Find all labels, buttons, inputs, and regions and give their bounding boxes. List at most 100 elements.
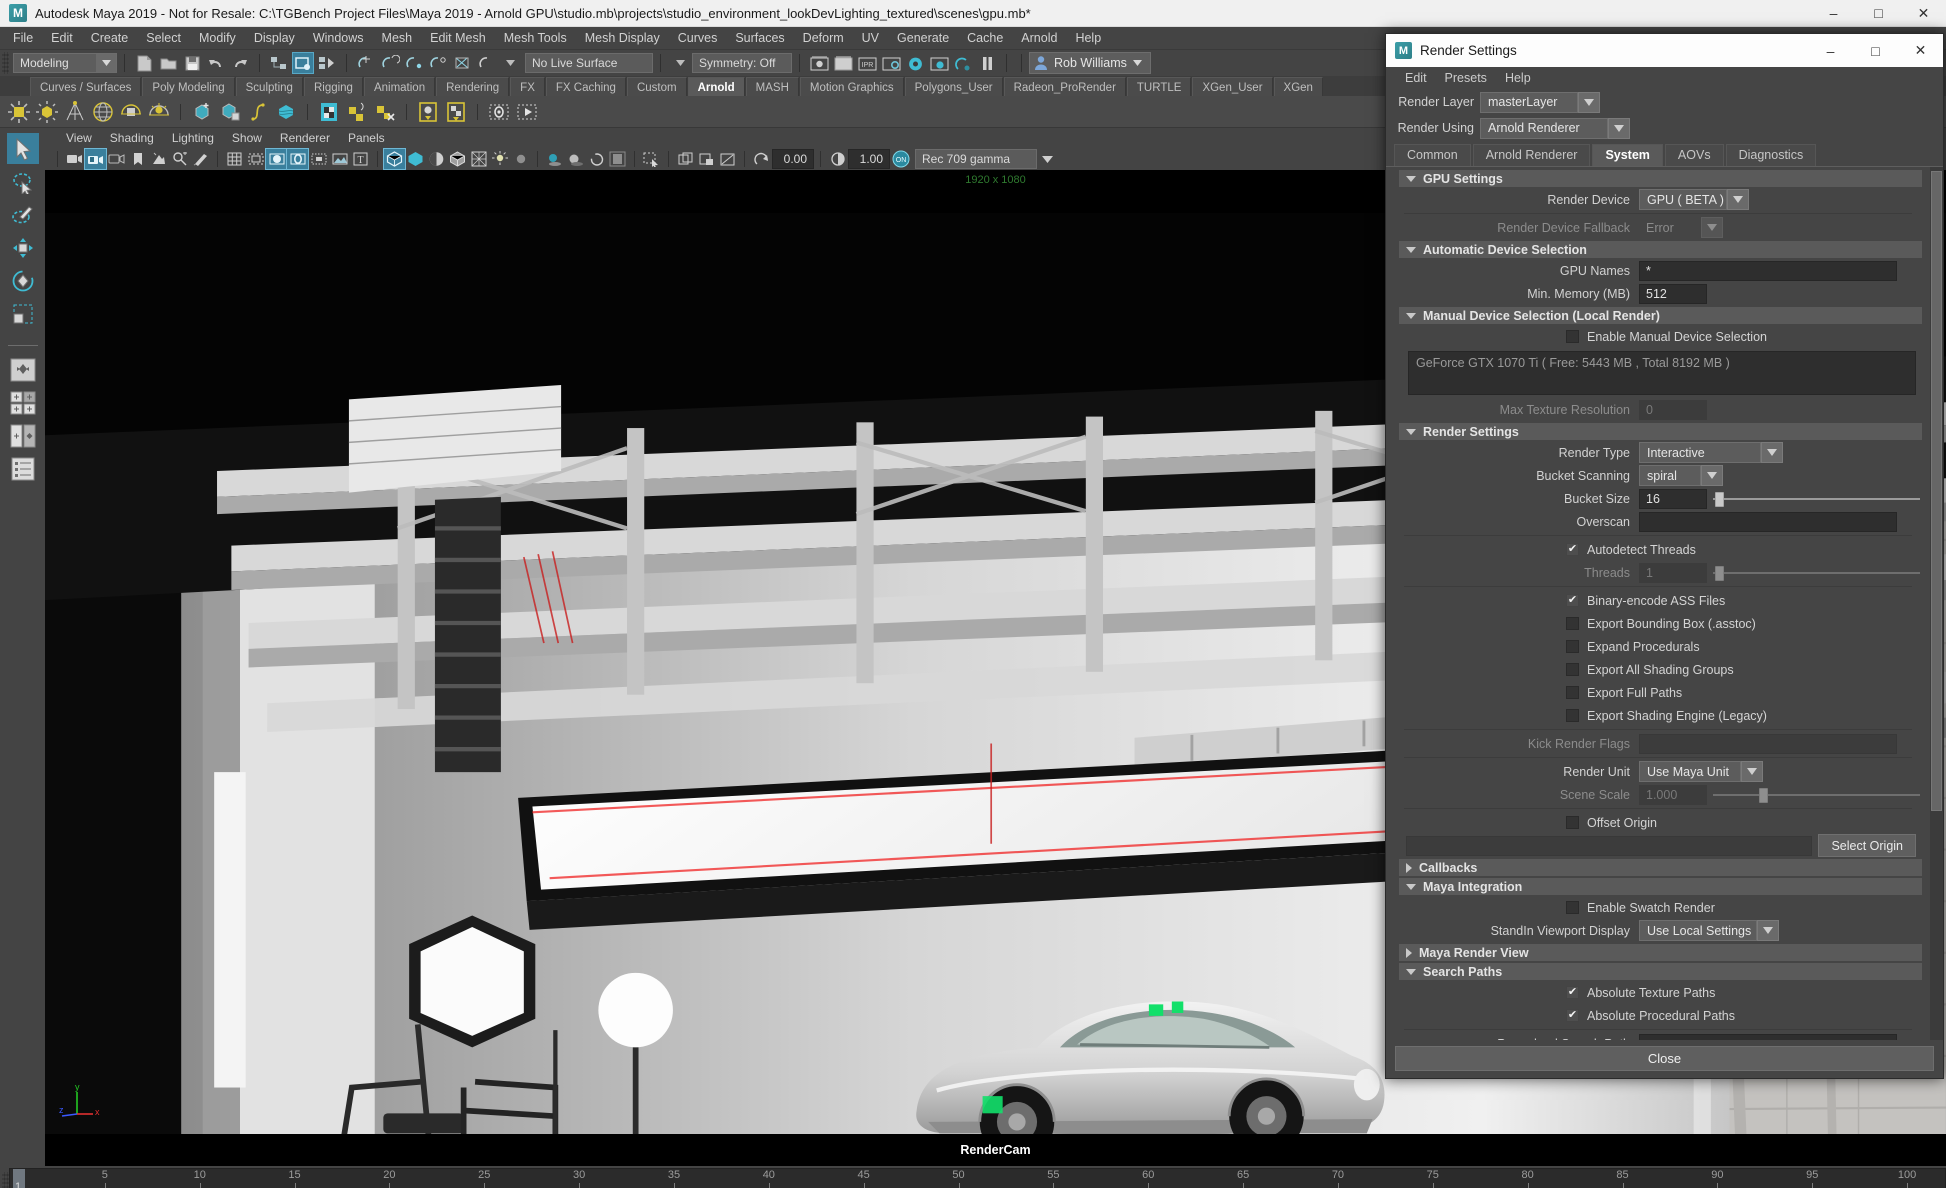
arnold-sequence-render-icon[interactable]	[514, 99, 540, 125]
shelf-tab-poly-modeling[interactable]: Poly Modeling	[142, 77, 235, 96]
render-sequence-icon[interactable]	[952, 52, 974, 74]
viewport-menu-view[interactable]: View	[57, 130, 101, 146]
shelf-tab-polygons-user[interactable]: Polygons_User	[904, 77, 1003, 96]
view-transform-field[interactable]: Rec 709 gamma	[915, 149, 1037, 169]
shelf-tab-xgen[interactable]: XGen	[1273, 77, 1323, 96]
export-all-shading-groups-checkbox[interactable]	[1566, 663, 1579, 676]
arnold-sky-icon[interactable]	[146, 99, 172, 125]
chevron-down-icon[interactable]	[1761, 442, 1783, 463]
select-origin-button[interactable]: Select Origin	[1818, 834, 1916, 857]
menu-mesh-tools[interactable]: Mesh Tools	[495, 29, 576, 47]
standin-viewport-display-combo[interactable]: Use Local Settings	[1639, 920, 1757, 941]
render-settings-menu-edit[interactable]: Edit	[1396, 69, 1436, 87]
gamma-field[interactable]: 1.00	[848, 149, 890, 169]
section-search-paths[interactable]: Search Paths	[1399, 963, 1922, 980]
scrollbar-thumb[interactable]	[1931, 171, 1942, 811]
section-render-settings[interactable]: Render Settings	[1399, 423, 1922, 440]
arnold-area-light-icon[interactable]	[6, 99, 32, 125]
chevron-down-icon[interactable]	[1741, 761, 1763, 782]
two-d-pan-zoom-icon[interactable]	[169, 149, 190, 169]
film-gate-icon[interactable]	[245, 149, 266, 169]
enable-manual-device-selection-checkbox[interactable]	[1566, 330, 1579, 343]
chevron-down-icon[interactable]	[669, 52, 691, 74]
arnold-volume-icon[interactable]	[273, 99, 299, 125]
menu-curves[interactable]: Curves	[669, 29, 727, 47]
use-default-lighting-icon[interactable]	[489, 149, 510, 169]
bucket-size-slider[interactable]	[1713, 489, 1920, 509]
arnold-flush-caches-icon[interactable]	[344, 99, 370, 125]
shelf-tab-mash[interactable]: MASH	[745, 77, 799, 96]
snap-to-grid-icon[interactable]	[355, 52, 377, 74]
shelf-tab-animation[interactable]: Animation	[363, 77, 436, 96]
gamma-icon[interactable]	[827, 149, 848, 169]
live-surface-field[interactable]: No Live Surface	[525, 53, 653, 73]
menu-set-selector[interactable]: Modeling	[13, 53, 117, 73]
render-settings-menu-presets[interactable]: Presets	[1436, 69, 1496, 87]
kick-render-flags-field[interactable]	[1639, 733, 1897, 754]
absolute-procedural-paths-checkbox[interactable]	[1566, 1009, 1579, 1022]
render-layer-combo[interactable]: masterLayer	[1480, 91, 1578, 113]
select-camera-icon[interactable]	[64, 149, 85, 169]
wireframe-on-shaded-icon[interactable]	[447, 149, 468, 169]
shelf-tab-rigging[interactable]: Rigging	[303, 77, 363, 96]
motion-blur-icon[interactable]	[586, 149, 607, 169]
exposure-field[interactable]: 0.00	[772, 149, 814, 169]
camera-attributes-icon[interactable]	[106, 149, 127, 169]
render-settings-icon[interactable]	[880, 52, 902, 74]
device-list-item[interactable]: GeForce GTX 1070 Ti ( Free: 5443 MB , To…	[1416, 356, 1908, 370]
export-full-paths-checkbox[interactable]	[1566, 686, 1579, 699]
render-settings-scrollbar[interactable]	[1930, 167, 1943, 1040]
device-list[interactable]: GeForce GTX 1070 Ti ( Free: 5443 MB , To…	[1408, 351, 1916, 395]
symmetry-field[interactable]: Symmetry: Off	[692, 53, 792, 73]
render-current-frame-icon[interactable]	[808, 52, 830, 74]
menu-edit-mesh[interactable]: Edit Mesh	[421, 29, 495, 47]
menu-file[interactable]: File	[4, 29, 42, 47]
overscan-field[interactable]	[1639, 511, 1897, 532]
render-settings-scroll-area[interactable]: GPU Settings Render Device GPU ( BETA ) …	[1386, 167, 1943, 1040]
use-all-lights-icon[interactable]	[510, 149, 531, 169]
select-by-object-type-icon[interactable]	[292, 52, 314, 74]
multisample-antialias-icon[interactable]	[607, 149, 628, 169]
viewport-menu-shading[interactable]: Shading	[101, 130, 163, 146]
user-account-button[interactable]: Rob Williams	[1029, 52, 1151, 74]
select-by-component-type-icon[interactable]	[316, 52, 338, 74]
bookmark-icon[interactable]	[127, 149, 148, 169]
menu-create[interactable]: Create	[82, 29, 138, 47]
arnold-mesh-light-icon[interactable]	[34, 99, 60, 125]
origin-field[interactable]	[1406, 835, 1813, 856]
render-using-combo[interactable]: Arnold Renderer	[1480, 117, 1608, 139]
menu-display[interactable]: Display	[245, 29, 304, 47]
film-gate-display-icon[interactable]	[308, 149, 329, 169]
new-scene-icon[interactable]	[133, 52, 155, 74]
smooth-shade-all-icon[interactable]	[405, 149, 426, 169]
xray-active-components-icon[interactable]	[696, 149, 717, 169]
shelf-tab-custom[interactable]: Custom	[626, 77, 687, 96]
shadows-icon[interactable]	[544, 149, 565, 169]
maximize-button[interactable]: □	[1853, 37, 1898, 64]
menu-modify[interactable]: Modify	[190, 29, 245, 47]
export-shading-engine-checkbox[interactable]	[1566, 709, 1579, 722]
minimize-button[interactable]: –	[1811, 0, 1856, 27]
exposure-gamma-icon[interactable]	[717, 149, 738, 169]
minimize-button[interactable]: –	[1808, 37, 1853, 64]
image-plane-icon[interactable]	[148, 149, 169, 169]
bucket-size-field[interactable]: 16	[1639, 488, 1707, 509]
render-type-combo[interactable]: Interactive	[1639, 442, 1761, 463]
arnold-standin-create-icon[interactable]	[189, 99, 215, 125]
section-maya-render-view[interactable]: Maya Render View	[1399, 944, 1922, 961]
close-button[interactable]: ✕	[1901, 0, 1946, 27]
section-callbacks[interactable]: Callbacks	[1399, 859, 1922, 876]
snap-to-view-planes-icon[interactable]	[451, 52, 473, 74]
shelf-tab-motion-graphics[interactable]: Motion Graphics	[799, 77, 904, 96]
close-button[interactable]: ✕	[1898, 37, 1943, 64]
menu-edit[interactable]: Edit	[42, 29, 82, 47]
enable-swatch-render-checkbox[interactable]	[1566, 901, 1579, 914]
arnold-light-manager-icon[interactable]	[415, 99, 441, 125]
arnold-open-render-view-icon[interactable]	[486, 99, 512, 125]
viewport-menu-show[interactable]: Show	[223, 130, 271, 146]
shelf-tab-arnold[interactable]: Arnold	[687, 77, 745, 96]
render-settings-tab-aovs[interactable]: AOVs	[1664, 144, 1724, 166]
quick-layout-four-icon[interactable]	[7, 387, 39, 418]
menu-windows[interactable]: Windows	[304, 29, 373, 47]
shelf-tab-sculpting[interactable]: Sculpting	[235, 77, 303, 96]
